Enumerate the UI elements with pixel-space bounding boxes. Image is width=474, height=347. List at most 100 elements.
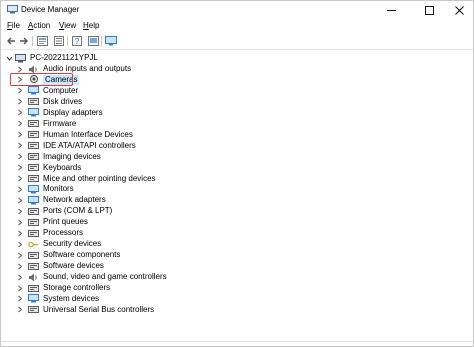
tree-item[interactable]: Ports (COM & LPT) <box>16 206 112 216</box>
update-icon[interactable] <box>87 35 99 47</box>
chevron-right-icon[interactable] <box>16 261 24 271</box>
tree-item[interactable]: Software components <box>16 250 120 260</box>
tree-item-label: Security devices <box>43 239 102 249</box>
tree-item[interactable]: Sound, video and game controllers <box>16 272 167 282</box>
display-adapter-icon <box>28 108 39 117</box>
tree-item-label: Software devices <box>43 261 104 271</box>
tree-item[interactable]: Disk drives <box>16 97 82 107</box>
svg-text:?: ? <box>75 37 80 46</box>
chevron-right-icon[interactable] <box>16 228 24 238</box>
tree-item-label: Processors <box>43 228 84 238</box>
monitor-icon[interactable] <box>105 35 117 47</box>
menu-action[interactable]: Action <box>28 21 50 30</box>
printer-icon <box>28 218 39 227</box>
hid-icon <box>28 130 39 139</box>
chevron-right-icon[interactable] <box>16 141 24 151</box>
tree-item[interactable]: Computer <box>16 86 78 96</box>
tree-item-label: Sound, video and game controllers <box>43 272 167 282</box>
chevron-right-icon[interactable] <box>16 283 24 293</box>
close-button[interactable] <box>444 1 474 19</box>
bottom-border <box>1 341 473 342</box>
tree-item[interactable]: IDE ATA/ATAPI controllers <box>16 141 136 151</box>
chevron-right-icon[interactable] <box>16 163 24 173</box>
tree-item[interactable]: System devices <box>16 294 99 304</box>
chevron-right-icon[interactable] <box>16 272 24 282</box>
chevron-right-icon[interactable] <box>16 217 24 227</box>
maximize-button[interactable] <box>414 1 444 19</box>
tree-root[interactable]: PC-20221121YPJL <box>5 53 98 63</box>
properties-icon[interactable] <box>36 35 48 47</box>
chevron-down-icon[interactable] <box>5 53 13 63</box>
tree-item-label: Ports (COM & LPT) <box>43 206 113 216</box>
tree-item[interactable]: Print queues <box>16 217 88 227</box>
tree-item[interactable]: Imaging devices <box>16 152 101 162</box>
menu-help[interactable]: Help <box>83 21 99 30</box>
tree-item-label: Storage controllers <box>43 283 111 292</box>
chevron-right-icon[interactable] <box>16 119 24 129</box>
tree-item[interactable]: Display adapters <box>16 108 103 118</box>
tree-item[interactable]: Security devices <box>16 239 101 249</box>
chevron-right-icon[interactable] <box>16 86 24 96</box>
minimize-button[interactable] <box>376 1 406 19</box>
tree-item-label: Monitors <box>43 184 74 194</box>
chevron-right-icon[interactable] <box>16 195 24 205</box>
device-manager-app-icon <box>7 5 18 14</box>
chevron-right-icon[interactable] <box>16 174 24 184</box>
tree-item[interactable]: Monitors <box>16 184 74 194</box>
tree-item-label: Imaging devices <box>43 151 101 161</box>
tree-item[interactable]: Storage controllers <box>16 283 110 293</box>
chevron-right-icon[interactable] <box>16 294 24 304</box>
help-icon[interactable]: ? <box>71 35 83 47</box>
keyboard-icon <box>28 163 39 172</box>
chevron-right-icon[interactable] <box>16 130 24 140</box>
monitor-icon <box>28 184 39 194</box>
firmware-icon <box>28 119 39 128</box>
tree-item-label: Software components <box>43 250 121 260</box>
tree-item[interactable]: Human Interface Devices <box>16 130 133 140</box>
tree-item-label: Universal Serial Bus controllers <box>43 304 155 314</box>
tree-item[interactable]: Mice and other pointing devices <box>16 174 156 184</box>
properties-list-icon[interactable] <box>53 35 65 47</box>
title-bar: Device Manager <box>1 1 473 19</box>
device-manager-window: Device Manager File Action View Help ? P… <box>0 0 474 347</box>
chevron-right-icon[interactable] <box>16 152 24 162</box>
computer-icon <box>28 86 39 95</box>
back-icon[interactable] <box>5 35 17 47</box>
tree-item[interactable]: Processors <box>16 228 83 238</box>
port-icon <box>28 207 39 216</box>
tree-item[interactable]: Firmware <box>16 119 76 129</box>
device-tree: PC-20221121YPJL Audio inputs and outputs… <box>1 51 473 341</box>
tree-item[interactable]: Keyboards <box>16 163 81 173</box>
tree-item[interactable]: Software devices <box>16 261 104 271</box>
tree-item[interactable]: Network adapters <box>16 195 106 205</box>
storage-controller-icon <box>28 284 39 293</box>
chevron-right-icon[interactable] <box>16 305 24 315</box>
tree-item-label: Mice and other pointing devices <box>43 173 156 183</box>
chevron-right-icon[interactable] <box>16 97 24 107</box>
menu-file[interactable]: File <box>7 21 20 30</box>
toolbar: ? <box>1 33 473 50</box>
chevron-right-icon[interactable] <box>16 239 24 249</box>
security-device-icon <box>28 240 39 249</box>
tree-item-label: System devices <box>43 293 100 303</box>
tree-item-label: Keyboards <box>43 162 82 172</box>
chevron-right-icon[interactable] <box>16 206 24 216</box>
disk-drive-icon <box>28 97 39 106</box>
tree-item[interactable]: Universal Serial Bus controllers <box>16 305 154 315</box>
usb-icon <box>28 305 39 314</box>
highlight-box <box>10 73 73 86</box>
tree-item-label: Network adapters <box>43 195 106 205</box>
toolbar-separator <box>67 36 68 46</box>
tree-item-label: IDE ATA/ATAPI controllers <box>43 140 136 150</box>
chevron-right-icon[interactable] <box>16 250 24 260</box>
chevron-right-icon[interactable] <box>16 108 24 118</box>
software-component-icon <box>28 251 39 260</box>
chevron-right-icon[interactable] <box>16 184 24 194</box>
forward-icon[interactable] <box>18 35 30 47</box>
mouse-icon <box>28 174 39 183</box>
processor-icon <box>28 229 39 238</box>
menu-view[interactable]: View <box>59 21 76 30</box>
tree-item-label: Print queues <box>43 217 88 227</box>
toolbar-separator <box>32 36 33 46</box>
menu-bar: File Action View Help <box>1 20 473 32</box>
